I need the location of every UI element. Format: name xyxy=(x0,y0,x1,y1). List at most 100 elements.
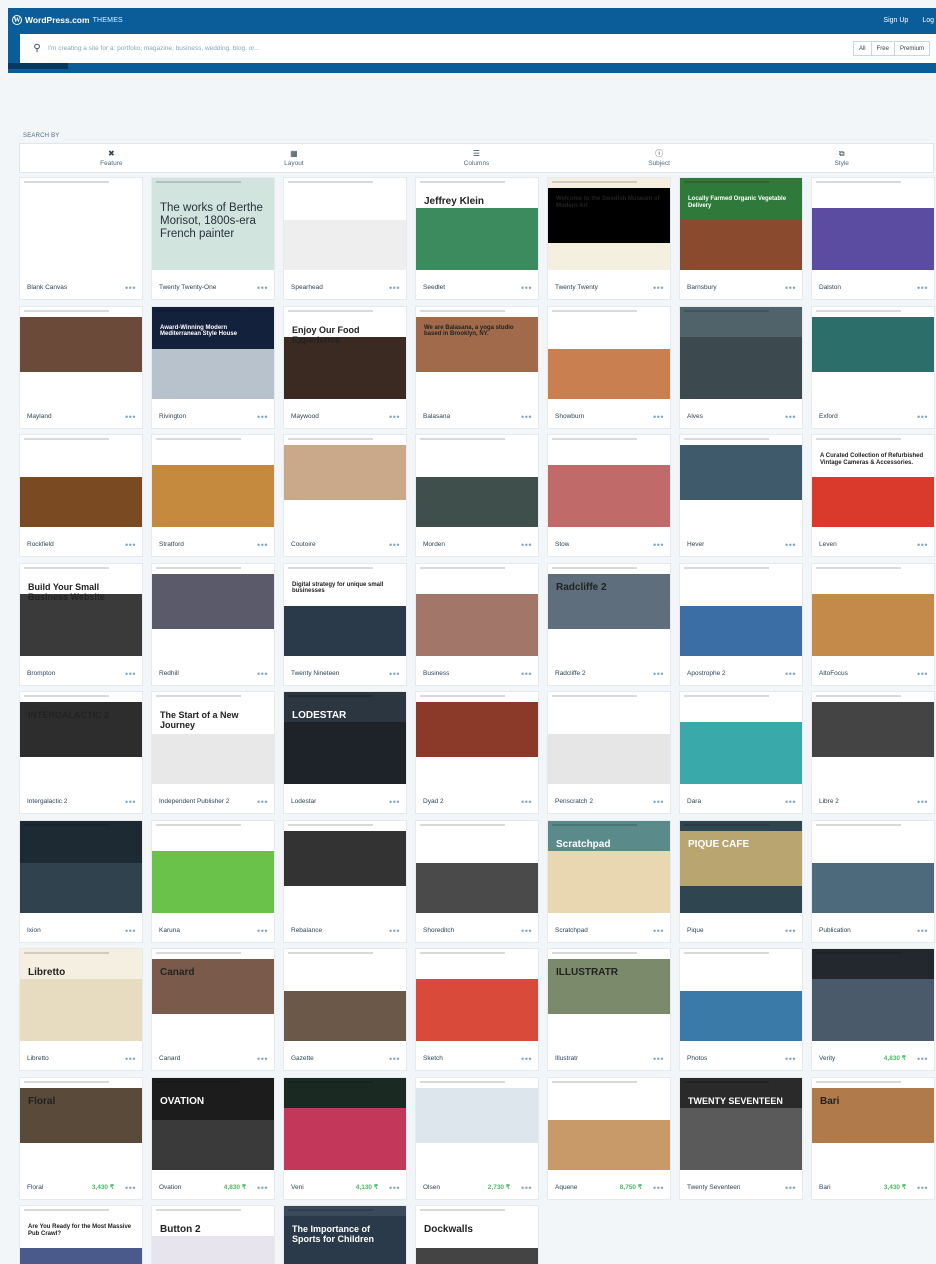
theme-screenshot[interactable] xyxy=(416,435,538,527)
theme-screenshot[interactable]: LODESTAR xyxy=(284,692,406,784)
theme-card[interactable]: Verity 4,830 ₹ ••• xyxy=(812,949,934,1070)
theme-card[interactable]: TWENTY SEVENTEEN Twenty Seventeen ••• xyxy=(680,1077,802,1199)
more-options-icon[interactable]: ••• xyxy=(785,540,796,550)
more-options-icon[interactable]: ••• xyxy=(521,669,532,679)
theme-screenshot[interactable] xyxy=(416,563,538,656)
more-options-icon[interactable]: ••• xyxy=(521,926,532,936)
theme-screenshot[interactable] xyxy=(284,1077,406,1170)
more-options-icon[interactable]: ••• xyxy=(389,540,400,550)
theme-card[interactable]: PIQUE CAFE Pique ••• xyxy=(680,820,802,942)
theme-screenshot[interactable]: PIQUE CAFE xyxy=(680,820,802,913)
theme-card[interactable]: Dalston ••• xyxy=(812,178,934,299)
theme-screenshot[interactable]: ILLUSTRATR xyxy=(548,949,670,1041)
theme-screenshot[interactable] xyxy=(548,435,670,527)
theme-screenshot[interactable] xyxy=(548,306,670,399)
theme-screenshot[interactable]: Welcome to the Swedish Museum of Modern … xyxy=(548,178,670,270)
theme-screenshot[interactable]: TWENTY SEVENTEEN xyxy=(680,1077,802,1170)
theme-card[interactable]: Button 2 xyxy=(152,1206,274,1264)
search-by-columns[interactable]: ☰ Columns xyxy=(385,144,568,172)
theme-screenshot[interactable]: Scratchpad xyxy=(548,820,670,913)
more-options-icon[interactable]: ••• xyxy=(521,797,532,807)
more-options-icon[interactable]: ••• xyxy=(125,1183,136,1193)
more-options-icon[interactable]: ••• xyxy=(257,283,268,293)
theme-card[interactable]: Karuna ••• xyxy=(152,820,274,942)
theme-card[interactable]: Shoreditch ••• xyxy=(416,820,538,942)
theme-card[interactable]: Gazette ••• xyxy=(284,949,406,1070)
theme-screenshot[interactable] xyxy=(416,1077,538,1170)
theme-screenshot[interactable] xyxy=(812,949,934,1041)
theme-card[interactable]: Stratford ••• xyxy=(152,435,274,556)
more-options-icon[interactable]: ••• xyxy=(785,797,796,807)
theme-card[interactable]: ILLUSTRATR Illustratr ••• xyxy=(548,949,670,1070)
filter-all[interactable]: All xyxy=(854,42,871,55)
more-options-icon[interactable]: ••• xyxy=(917,926,928,936)
more-options-icon[interactable]: ••• xyxy=(257,926,268,936)
theme-card[interactable]: OVATION Ovation 4,830 ₹ ••• xyxy=(152,1077,274,1199)
theme-card[interactable]: Apostrophe 2 ••• xyxy=(680,563,802,685)
theme-screenshot[interactable] xyxy=(680,692,802,784)
theme-screenshot[interactable] xyxy=(416,692,538,784)
more-options-icon[interactable]: ••• xyxy=(521,540,532,550)
search-by-style[interactable]: ⧉ Style xyxy=(750,144,933,172)
theme-card[interactable]: Floral Floral 3,430 ₹ ••• xyxy=(20,1077,142,1199)
theme-screenshot[interactable]: Award-Winning Modern Mediterranean Style… xyxy=(152,306,274,399)
theme-screenshot[interactable] xyxy=(20,306,142,399)
more-options-icon[interactable]: ••• xyxy=(785,669,796,679)
theme-screenshot[interactable] xyxy=(812,306,934,399)
search-icon[interactable]: ⚲ xyxy=(26,43,48,54)
more-options-icon[interactable]: ••• xyxy=(917,1054,928,1064)
theme-card[interactable]: Rebalance ••• xyxy=(284,820,406,942)
theme-screenshot[interactable] xyxy=(812,820,934,913)
more-options-icon[interactable]: ••• xyxy=(917,412,928,422)
more-options-icon[interactable]: ••• xyxy=(257,540,268,550)
more-options-icon[interactable]: ••• xyxy=(917,669,928,679)
more-options-icon[interactable]: ••• xyxy=(125,797,136,807)
theme-screenshot[interactable]: Floral xyxy=(20,1077,142,1170)
theme-screenshot[interactable]: Locally Farmed Organic Vegetable Deliver… xyxy=(680,178,802,270)
theme-card[interactable]: A Curated Collection of Refurbished Vint… xyxy=(812,435,934,556)
more-options-icon[interactable]: ••• xyxy=(785,412,796,422)
theme-screenshot[interactable] xyxy=(20,178,142,270)
more-options-icon[interactable]: ••• xyxy=(653,412,664,422)
more-options-icon[interactable]: ••• xyxy=(653,1183,664,1193)
theme-card[interactable]: Coutoire ••• xyxy=(284,435,406,556)
more-options-icon[interactable]: ••• xyxy=(653,1054,664,1064)
more-options-icon[interactable]: ••• xyxy=(917,1183,928,1193)
more-options-icon[interactable]: ••• xyxy=(389,1054,400,1064)
theme-screenshot[interactable] xyxy=(416,820,538,913)
more-options-icon[interactable]: ••• xyxy=(125,669,136,679)
theme-screenshot[interactable]: Button 2 xyxy=(152,1206,274,1264)
theme-screenshot[interactable] xyxy=(284,435,406,527)
more-options-icon[interactable]: ••• xyxy=(125,540,136,550)
more-options-icon[interactable]: ••• xyxy=(917,540,928,550)
theme-card[interactable]: Penscratch 2 ••• xyxy=(548,692,670,813)
theme-card[interactable]: Stow ••• xyxy=(548,435,670,556)
more-options-icon[interactable]: ••• xyxy=(653,540,664,550)
more-options-icon[interactable]: ••• xyxy=(257,1183,268,1193)
theme-card[interactable]: Olsen 2,730 ₹ ••• xyxy=(416,1077,538,1199)
filter-free[interactable]: Free xyxy=(870,42,894,55)
more-options-icon[interactable]: ••• xyxy=(785,1183,796,1193)
theme-card[interactable]: Rockfield ••• xyxy=(20,435,142,556)
theme-card[interactable]: Dara ••• xyxy=(680,692,802,813)
more-options-icon[interactable]: ••• xyxy=(257,669,268,679)
more-options-icon[interactable]: ••• xyxy=(785,283,796,293)
theme-card[interactable]: The works of Berthe Morisot, 1800s-era F… xyxy=(152,178,274,299)
more-options-icon[interactable]: ••• xyxy=(389,669,400,679)
theme-card[interactable]: Libretto Libretto ••• xyxy=(20,949,142,1070)
theme-card[interactable]: Ixion ••• xyxy=(20,820,142,942)
more-options-icon[interactable]: ••• xyxy=(653,797,664,807)
brand-name[interactable]: WordPress.com xyxy=(25,15,90,25)
theme-screenshot[interactable]: Radcliffe 2 xyxy=(548,563,670,656)
theme-screenshot[interactable] xyxy=(812,563,934,656)
theme-card[interactable]: Canard Canard ••• xyxy=(152,949,274,1070)
theme-screenshot[interactable]: Enjoy Our Food Experience xyxy=(284,306,406,399)
theme-card[interactable]: Aquene 8,750 ₹ ••• xyxy=(548,1077,670,1199)
theme-card[interactable]: Spearhead ••• xyxy=(284,178,406,299)
theme-card[interactable]: Build Your Small Business Website Brompto… xyxy=(20,563,142,685)
theme-card[interactable]: Enjoy Our Food Experience Maywood ••• xyxy=(284,306,406,428)
more-options-icon[interactable]: ••• xyxy=(653,283,664,293)
more-options-icon[interactable]: ••• xyxy=(785,1054,796,1064)
theme-card[interactable]: Dockwalls xyxy=(416,1206,538,1264)
theme-screenshot[interactable]: Bari xyxy=(812,1077,934,1170)
